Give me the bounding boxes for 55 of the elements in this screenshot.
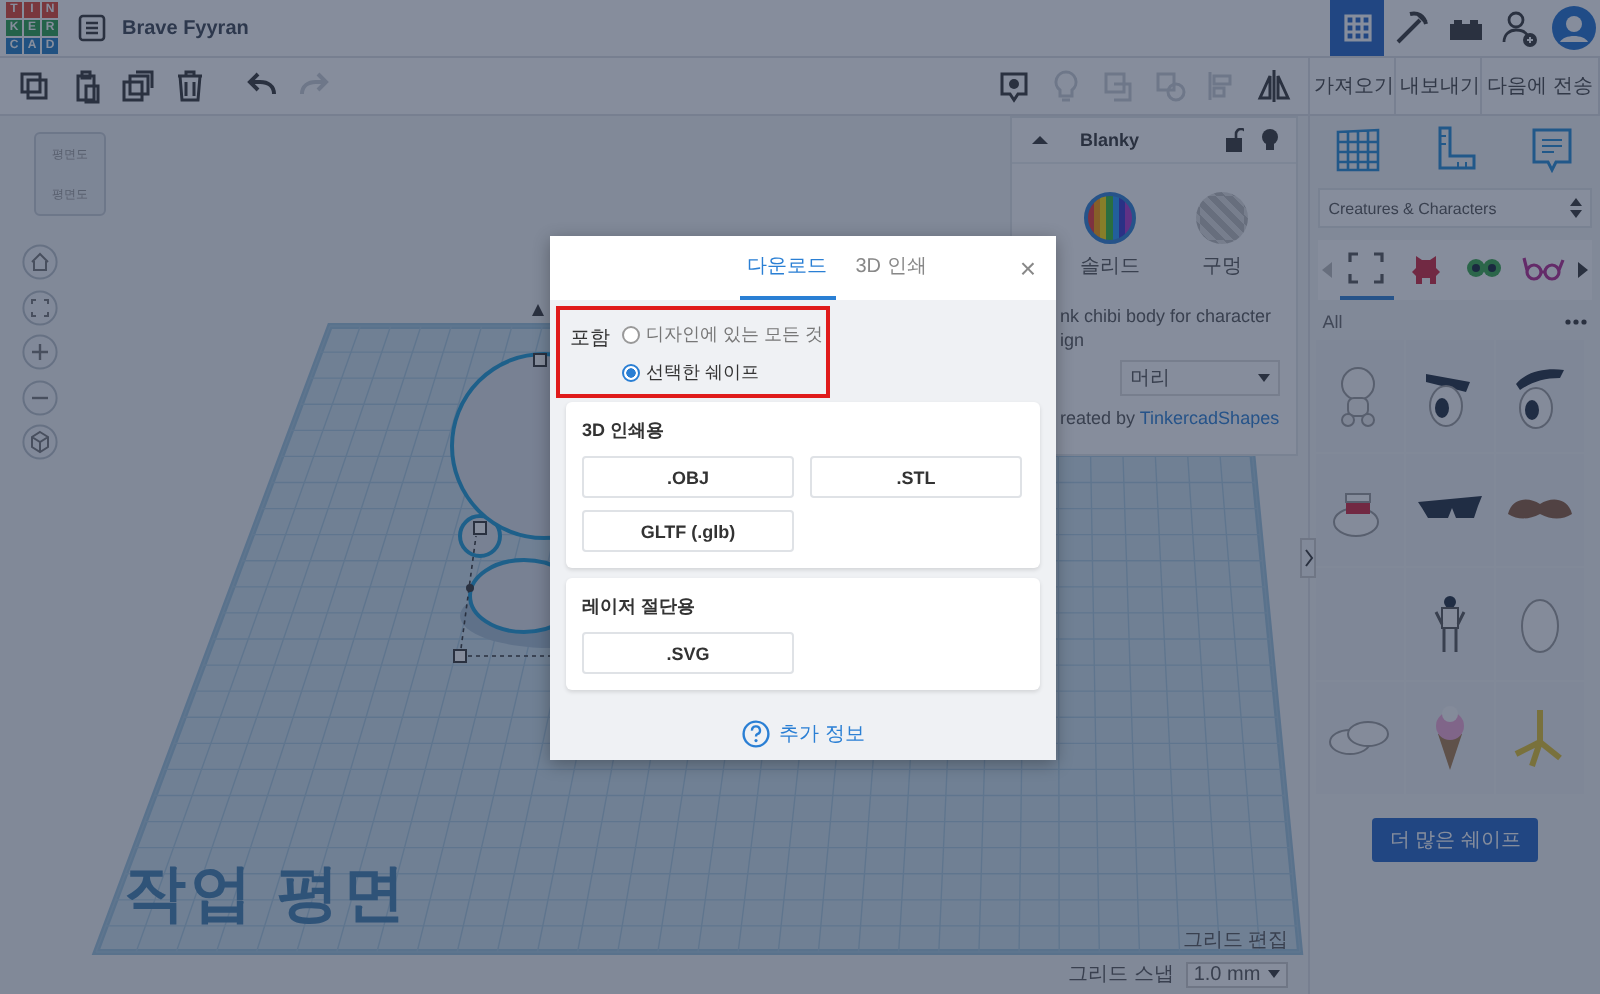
lightbulb-icon[interactable] (1260, 128, 1280, 152)
home-icon[interactable] (22, 244, 58, 280)
more-options-icon[interactable] (1564, 318, 1588, 326)
radio-option[interactable]: 디자인에 있는 모든 것 (622, 322, 824, 348)
trash-icon[interactable] (172, 68, 208, 104)
description-text: ign (1060, 328, 1087, 352)
zoom-out-icon[interactable] (22, 379, 58, 415)
more-info-link[interactable]: 추가 정보 (779, 720, 865, 748)
filter-label: All (1322, 312, 1343, 332)
grid-view-icon[interactable] (1330, 0, 1384, 56)
design-list-icon[interactable] (78, 14, 106, 42)
more-shapes-button[interactable]: 더 많은 쉐이프 (1371, 818, 1539, 862)
grid-snap-label: 그리드 스냅 (1068, 962, 1174, 988)
category-dropdown[interactable]: Creatures & Characters (1318, 188, 1592, 228)
workplane-label: 작업 평면 (124, 856, 410, 932)
dialog-tab[interactable]: 3D 인쇄 (847, 252, 935, 300)
caret-icon[interactable] (1258, 374, 1270, 382)
toolbar-button[interactable]: 다음에 전송 (1482, 58, 1600, 114)
fit-view-icon[interactable] (22, 289, 58, 325)
section-title: 레이저 절단용 (582, 594, 698, 620)
duplicate-icon[interactable] (120, 68, 156, 104)
copy-icon[interactable] (16, 68, 52, 104)
scroll-right-icon[interactable] (1576, 262, 1588, 278)
caret-icon[interactable] (1268, 970, 1281, 978)
grid-snap-dropdown[interactable]: 1.0 mm (1185, 961, 1289, 987)
author-link[interactable]: TinkercadShapes (1139, 408, 1280, 428)
sort-icon[interactable] (1570, 198, 1582, 218)
part-dropdown[interactable]: 머리 (1120, 360, 1280, 396)
perspective-icon[interactable] (22, 424, 58, 460)
shape-name[interactable]: Blanky (1068, 130, 1208, 150)
collapse-icon[interactable] (1028, 130, 1052, 150)
format-button[interactable]: .OBJ (582, 456, 794, 498)
panel-toggle-icon[interactable] (1300, 538, 1317, 578)
grid-edit-link[interactable]: 그리드 편집 (1182, 926, 1289, 954)
avatar-icon[interactable] (1546, 0, 1600, 56)
format-button[interactable]: GLTF (.glb) (582, 510, 794, 552)
toolbar-button[interactable]: 내보내기 (1396, 58, 1482, 114)
unlock-icon[interactable] (1224, 128, 1244, 152)
mirror-icon[interactable] (1256, 68, 1292, 104)
zoom-in-icon[interactable] (22, 334, 58, 370)
close-button[interactable]: × (1019, 254, 1036, 282)
include-label: 포함 (570, 326, 610, 354)
note-icon[interactable] (996, 68, 1032, 104)
toolbar-button[interactable]: 가져오기 (1310, 58, 1396, 114)
radio-option[interactable]: 선택한 쉐이프 (622, 360, 824, 386)
help-icon[interactable] (741, 720, 770, 748)
credit-text: reated by TinkercadShapes (1060, 408, 1282, 428)
format-button[interactable]: .SVG (582, 632, 794, 674)
dialog-tab[interactable]: 다운로드 (739, 252, 836, 300)
format-button[interactable]: .STL (810, 456, 1022, 498)
frame-icon[interactable] (1344, 248, 1389, 288)
description-text: nk chibi body for character (1060, 304, 1274, 328)
workplane-grid-icon[interactable] (1332, 124, 1385, 176)
design-title[interactable]: Brave Fyyran (122, 17, 249, 39)
section-title: 3D 인쇄용 (582, 418, 667, 444)
